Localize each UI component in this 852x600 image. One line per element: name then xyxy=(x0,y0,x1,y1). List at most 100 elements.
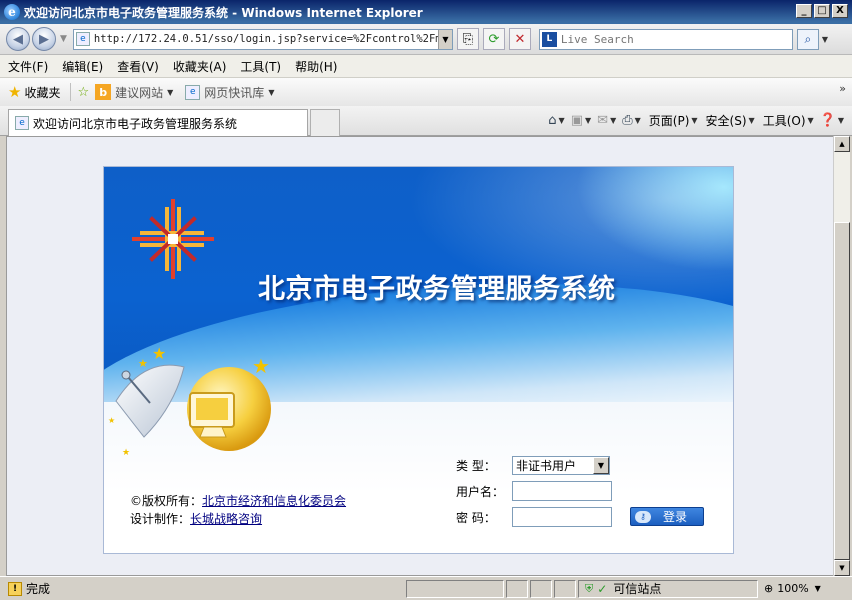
page-menu[interactable]: 页面(P) xyxy=(649,112,690,129)
vertical-scrollbar[interactable]: ▲ ▼ xyxy=(833,136,850,576)
page-dropdown-icon[interactable]: ▼ xyxy=(691,116,697,125)
safety-dropdown-icon[interactable]: ▼ xyxy=(749,116,755,125)
copyright-block: ©版权所有：北京市经济和信息化委员会 设计制作：长城战略咨询 xyxy=(130,492,346,528)
password-input[interactable] xyxy=(512,507,612,527)
ie-logo-icon: e xyxy=(4,4,20,20)
zoom-level: 100% xyxy=(777,582,809,595)
key-icon: ⚷ xyxy=(635,510,651,523)
print-dropdown-icon[interactable]: ▼ xyxy=(635,116,641,125)
designer-link[interactable]: 长城战略咨询 xyxy=(190,512,262,526)
tab-active[interactable]: e 欢迎访问北京市电子政务管理服务系统 xyxy=(8,109,308,136)
svg-text:★: ★ xyxy=(152,344,166,363)
refresh-icon[interactable]: ⟳ xyxy=(482,28,505,50)
web-slice-dropdown-icon[interactable]: ▼ xyxy=(268,88,274,97)
menu-tools[interactable]: 工具(T) xyxy=(240,58,281,75)
feeds-icon[interactable]: ▣ xyxy=(571,113,583,128)
username-input[interactable] xyxy=(512,481,612,501)
home-icon[interactable]: ⌂ xyxy=(548,113,556,128)
zone-label: 可信站点 xyxy=(613,582,662,596)
username-label: 用户名： xyxy=(456,484,505,499)
emblem-logo-icon xyxy=(132,199,214,279)
print-icon[interactable]: ⎙ xyxy=(622,113,632,128)
web-slice-icon: e xyxy=(185,84,201,100)
search-button[interactable]: ⌕ xyxy=(796,28,819,50)
scroll-up-icon[interactable]: ▲ xyxy=(834,136,850,152)
favorites-separator xyxy=(70,83,72,101)
status-cell xyxy=(530,579,552,598)
user-type-value: 非证书用户 xyxy=(516,459,577,473)
username-row: 用户名： xyxy=(456,481,612,501)
check-icon: ✓ xyxy=(597,581,608,596)
minimize-button[interactable]: _ xyxy=(796,4,812,18)
designer-prefix: 设计制作： xyxy=(130,512,191,526)
compatibility-view-icon[interactable]: ⎘ xyxy=(456,28,479,50)
tab-page-icon: e xyxy=(15,116,29,130)
back-button[interactable]: ◀ xyxy=(6,27,30,51)
popup-icon[interactable]: ⊕ xyxy=(764,582,773,595)
password-label: 密 码： xyxy=(456,510,496,525)
zoom-control[interactable]: ⊕ 100% ▼ xyxy=(760,580,825,598)
web-slice-gallery-link[interactable]: 网页快讯库 xyxy=(204,84,264,101)
menu-help[interactable]: 帮助(H) xyxy=(295,58,337,75)
maximize-button[interactable]: □ xyxy=(814,4,830,18)
login-button[interactable]: ⚷ 登录 xyxy=(630,507,704,526)
copyright-owner-link[interactable]: 北京市经济和信息化委员会 xyxy=(202,494,346,508)
window-title: 欢迎访问北京市电子政务管理服务系统 - Windows Internet Exp… xyxy=(24,5,423,20)
suggested-sites-dropdown-icon[interactable]: ▼ xyxy=(167,88,173,97)
safety-menu[interactable]: 安全(S) xyxy=(706,112,747,129)
window-title-bar: e 欢迎访问北京市电子政务管理服务系统 - Windows Internet E… xyxy=(0,0,852,24)
address-field[interactable]: e http://172.24.0.51/sso/login.jsp?servi… xyxy=(72,28,453,50)
search-options-dropdown-icon[interactable]: ▼ xyxy=(822,35,828,44)
chevron-more-icon[interactable]: » xyxy=(839,82,846,95)
copyright-prefix: ©版权所有： xyxy=(130,494,203,508)
scroll-down-icon[interactable]: ▼ xyxy=(834,560,850,576)
favorites-button[interactable]: 收藏夹 xyxy=(24,84,60,101)
window-controls: _ □ X xyxy=(796,4,848,18)
address-dropdown-icon[interactable]: ▼ xyxy=(437,29,452,49)
menu-view[interactable]: 查看(V) xyxy=(117,58,159,75)
home-dropdown-icon[interactable]: ▼ xyxy=(559,116,565,125)
suggested-sites-link[interactable]: 建议网站 xyxy=(115,84,163,101)
history-dropdown-icon[interactable]: ▼ xyxy=(60,34,67,44)
svg-text:★: ★ xyxy=(122,448,130,458)
type-label: 类 型： xyxy=(456,459,496,473)
new-tab-button[interactable] xyxy=(310,109,340,136)
svg-text:★: ★ xyxy=(108,416,115,425)
close-button[interactable]: X xyxy=(832,4,848,18)
stop-icon[interactable]: ✕ xyxy=(508,28,531,50)
select-dropdown-icon[interactable]: ▼ xyxy=(593,457,609,474)
add-favorite-icon[interactable]: ☆ xyxy=(77,85,89,100)
status-text: 完成 xyxy=(26,582,51,596)
status-cell xyxy=(506,579,528,598)
help-icon[interactable]: ❓ xyxy=(820,113,836,128)
favorites-star-icon: ★ xyxy=(8,83,22,101)
security-zone[interactable]: ⛨ ✓ 可信站点 xyxy=(578,579,758,598)
search-input[interactable] xyxy=(560,32,781,46)
zoom-dropdown-icon[interactable]: ▼ xyxy=(815,584,821,593)
mail-icon[interactable]: ✉ xyxy=(597,113,608,128)
search-box[interactable]: L xyxy=(538,28,793,50)
forward-button[interactable]: ▶ xyxy=(32,27,56,51)
mail-dropdown-icon[interactable]: ▼ xyxy=(610,116,616,125)
system-title: 北京市电子政务管理服务系统 xyxy=(258,274,616,305)
copyright-row: ©版权所有：北京市经济和信息化委员会 xyxy=(130,492,346,510)
status-cell xyxy=(406,579,504,598)
page-icon: e xyxy=(75,32,90,46)
menu-file[interactable]: 文件(F) xyxy=(8,58,48,75)
help-dropdown-icon[interactable]: ▼ xyxy=(838,116,844,125)
menu-favorites[interactable]: 收藏夹(A) xyxy=(173,58,227,75)
page-viewport: 北京市电子政务管理服务系统 ★ ★ ★ ★ ★ ©版权所有：北京市经济和信息化委… xyxy=(6,136,834,576)
menu-edit[interactable]: 编辑(E) xyxy=(62,58,103,75)
url-text[interactable]: http://172.24.0.51/sso/login.jsp?service… xyxy=(94,33,438,45)
tools-menu[interactable]: 工具(O) xyxy=(763,112,806,129)
tools-dropdown-icon[interactable]: ▼ xyxy=(808,116,814,125)
login-button-label: 登录 xyxy=(663,510,688,524)
feeds-dropdown-icon[interactable]: ▼ xyxy=(585,116,591,125)
user-type-select[interactable]: 非证书用户 ▼ xyxy=(512,456,610,475)
status-cell xyxy=(554,579,576,598)
scroll-thumb[interactable] xyxy=(834,222,850,560)
menu-bar: 文件(F) 编辑(E) 查看(V) 收藏夹(A) 工具(T) 帮助(H) xyxy=(0,55,852,78)
protected-mode-icon: ⛨ xyxy=(585,581,594,595)
tab-bar: e 欢迎访问北京市电子政务管理服务系统 ⌂ ▼ ▣ ▼ ✉ ▼ ⎙ ▼ 页面(P) ▼ 安… xyxy=(0,106,852,136)
svg-text:★: ★ xyxy=(138,357,148,370)
